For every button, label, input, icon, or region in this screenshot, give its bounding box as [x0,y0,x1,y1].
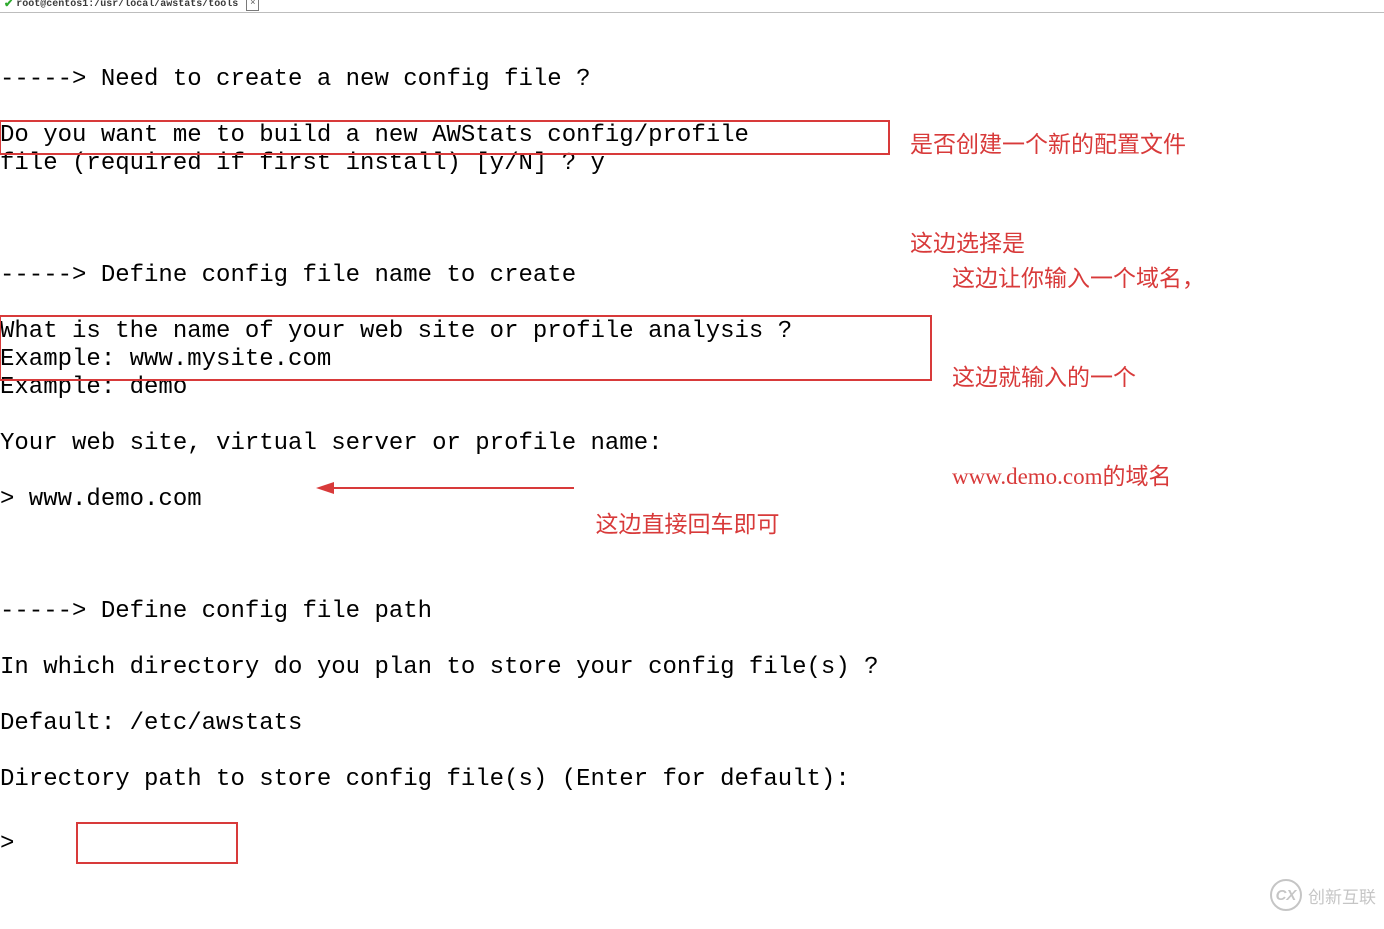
term-line: Default: /etc/awstats [0,710,1384,738]
term-line [0,542,1384,570]
arrow-line [334,487,574,489]
term-line-boxed: Example: www.mysite.com [0,346,792,374]
watermark: CX 创新互联 [1270,879,1376,911]
annotation-2: 这边让你输入一个域名， 这边就输入的一个 www.demo.com的域名 [952,196,1205,526]
term-line-boxed: What is the name of your web site or pro… [0,318,792,346]
prompt-char: > [0,830,14,857]
tab-bar: ✔ root@centos1:/usr/local/awstats/tools … [0,0,1384,12]
term-line-boxed: Do you want me to build a new AWStats co… [0,122,749,150]
arrow-left-icon [316,482,574,494]
annotation-text: 是否创建一个新的配置文件 [910,128,1186,161]
highlight-box-3 [76,822,238,864]
annotation-text: 这边就输入的一个 [952,361,1205,394]
terminal-tab[interactable]: ✔ root@centos1:/usr/local/awstats/tools … [0,0,265,12]
tab-underline [0,12,1384,13]
term-line: -----> Define config file path [0,598,1384,626]
arrow-head [316,482,334,494]
watermark-logo-icon: CX [1270,879,1302,911]
annotation-3: 这边直接回车即可 [584,475,780,541]
close-icon[interactable]: × [246,0,259,11]
watermark-text: 创新互联 [1308,883,1376,908]
annotation-text: 这边直接回车即可 [596,512,780,537]
term-line: In which directory do you plan to store … [0,654,1384,682]
term-prompt-line: > [0,822,1384,850]
check-icon: ✔ [4,0,13,11]
tab-title: root@centos1:/usr/local/awstats/tools [16,0,238,10]
term-line: Directory path to store config file(s) (… [0,766,1384,794]
annotation-text: www.demo.com的域名 [952,460,1205,493]
annotation-text: 这边让你输入一个域名， [952,262,1205,295]
term-line [0,878,1384,906]
